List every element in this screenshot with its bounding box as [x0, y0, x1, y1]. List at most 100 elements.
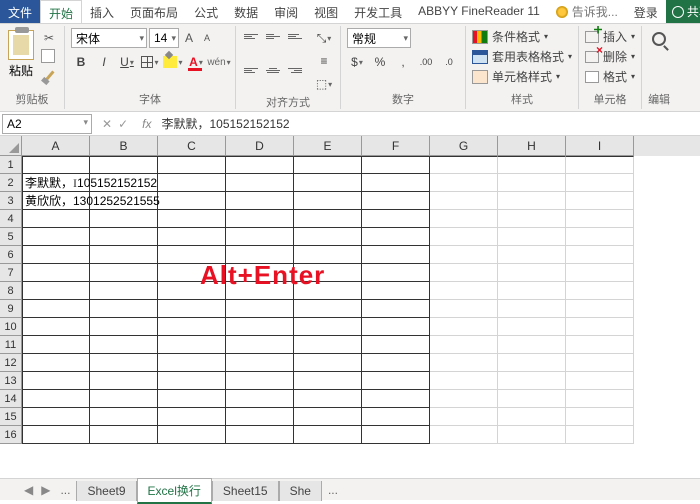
row-header-2[interactable]: 2	[0, 174, 22, 192]
cell[interactable]	[294, 264, 362, 282]
cell[interactable]	[498, 264, 566, 282]
cell[interactable]	[566, 300, 634, 318]
cell[interactable]	[294, 282, 362, 300]
cell[interactable]	[226, 228, 294, 246]
cell[interactable]	[90, 408, 158, 426]
align-center-button[interactable]	[264, 62, 282, 78]
cell[interactable]	[566, 390, 634, 408]
cell[interactable]	[226, 354, 294, 372]
cell[interactable]	[294, 354, 362, 372]
row-header-8[interactable]: 8	[0, 282, 22, 300]
cell-styles-button[interactable]: 单元格样式▾	[472, 68, 572, 85]
cell[interactable]	[158, 228, 226, 246]
cell[interactable]	[566, 372, 634, 390]
cell[interactable]	[22, 336, 90, 354]
cell[interactable]	[22, 246, 90, 264]
cell[interactable]	[22, 282, 90, 300]
cell[interactable]	[362, 408, 430, 426]
cell[interactable]	[294, 156, 362, 174]
cell[interactable]	[430, 300, 498, 318]
cell[interactable]	[498, 228, 566, 246]
delete-cells-button[interactable]: 删除▾	[585, 48, 635, 65]
col-header-D[interactable]: D	[226, 136, 294, 156]
comma-button[interactable]: ,	[393, 52, 413, 72]
cell[interactable]	[566, 264, 634, 282]
cell[interactable]	[158, 336, 226, 354]
cell[interactable]	[362, 318, 430, 336]
row-header-1[interactable]: 1	[0, 156, 22, 174]
cell[interactable]	[430, 354, 498, 372]
col-header-H[interactable]: H	[498, 136, 566, 156]
cell[interactable]	[430, 228, 498, 246]
fill-color-button[interactable]	[163, 52, 183, 72]
cell[interactable]	[226, 390, 294, 408]
cell[interactable]	[22, 210, 90, 228]
col-header-C[interactable]: C	[158, 136, 226, 156]
cell[interactable]	[566, 156, 634, 174]
cell[interactable]	[430, 264, 498, 282]
cell[interactable]	[430, 372, 498, 390]
row-header-12[interactable]: 12	[0, 354, 22, 372]
cell[interactable]	[430, 318, 498, 336]
cell[interactable]	[158, 264, 226, 282]
cell[interactable]	[90, 318, 158, 336]
cell[interactable]: 李默默，I105152152152	[22, 174, 90, 192]
cell[interactable]	[566, 426, 634, 444]
cell[interactable]	[362, 390, 430, 408]
cell[interactable]	[22, 372, 90, 390]
cell[interactable]	[294, 426, 362, 444]
border-button[interactable]	[140, 52, 160, 72]
cell[interactable]	[294, 210, 362, 228]
cell[interactable]	[362, 300, 430, 318]
cell[interactable]	[362, 354, 430, 372]
cell[interactable]	[430, 282, 498, 300]
cell[interactable]	[566, 318, 634, 336]
cell[interactable]	[226, 426, 294, 444]
cell[interactable]	[158, 318, 226, 336]
name-box[interactable]: A2	[2, 114, 92, 134]
cell[interactable]	[362, 336, 430, 354]
cell[interactable]	[566, 408, 634, 426]
cell[interactable]	[22, 426, 90, 444]
cell[interactable]	[566, 174, 634, 192]
decrease-font-button[interactable]: A	[199, 29, 215, 47]
cell[interactable]	[90, 264, 158, 282]
cell[interactable]	[90, 246, 158, 264]
cell[interactable]	[158, 372, 226, 390]
underline-button[interactable]: U	[117, 52, 137, 72]
cell[interactable]	[498, 210, 566, 228]
cell[interactable]	[158, 300, 226, 318]
cell[interactable]	[362, 174, 430, 192]
col-header-B[interactable]: B	[90, 136, 158, 156]
increase-font-button[interactable]: A	[181, 29, 197, 47]
row-header-4[interactable]: 4	[0, 210, 22, 228]
tab-formula[interactable]: 公式	[186, 0, 226, 23]
align-middle-button[interactable]	[264, 28, 282, 44]
tab-file[interactable]: 文件	[0, 0, 40, 23]
cell[interactable]	[498, 156, 566, 174]
italic-button[interactable]: I	[94, 52, 114, 72]
row-header-7[interactable]: 7	[0, 264, 22, 282]
cell[interactable]	[430, 336, 498, 354]
row-header-10[interactable]: 10	[0, 318, 22, 336]
cell[interactable]	[226, 300, 294, 318]
cell[interactable]	[362, 246, 430, 264]
cell[interactable]	[226, 318, 294, 336]
fx-icon[interactable]: fx	[136, 117, 157, 131]
cell[interactable]	[362, 282, 430, 300]
row-header-3[interactable]: 3	[0, 192, 22, 210]
cell[interactable]	[498, 318, 566, 336]
cell[interactable]	[158, 426, 226, 444]
cell[interactable]	[294, 228, 362, 246]
align-bottom-button[interactable]	[286, 28, 304, 44]
bold-button[interactable]: B	[71, 52, 91, 72]
cell[interactable]	[158, 390, 226, 408]
phonetic-button[interactable]: wén	[209, 52, 229, 72]
cell[interactable]	[22, 354, 90, 372]
cell[interactable]	[294, 192, 362, 210]
cell[interactable]: 黄欣欣，1301252521555	[22, 192, 90, 210]
cell[interactable]	[90, 282, 158, 300]
cell[interactable]	[158, 246, 226, 264]
cell[interactable]	[498, 282, 566, 300]
cell[interactable]	[22, 228, 90, 246]
